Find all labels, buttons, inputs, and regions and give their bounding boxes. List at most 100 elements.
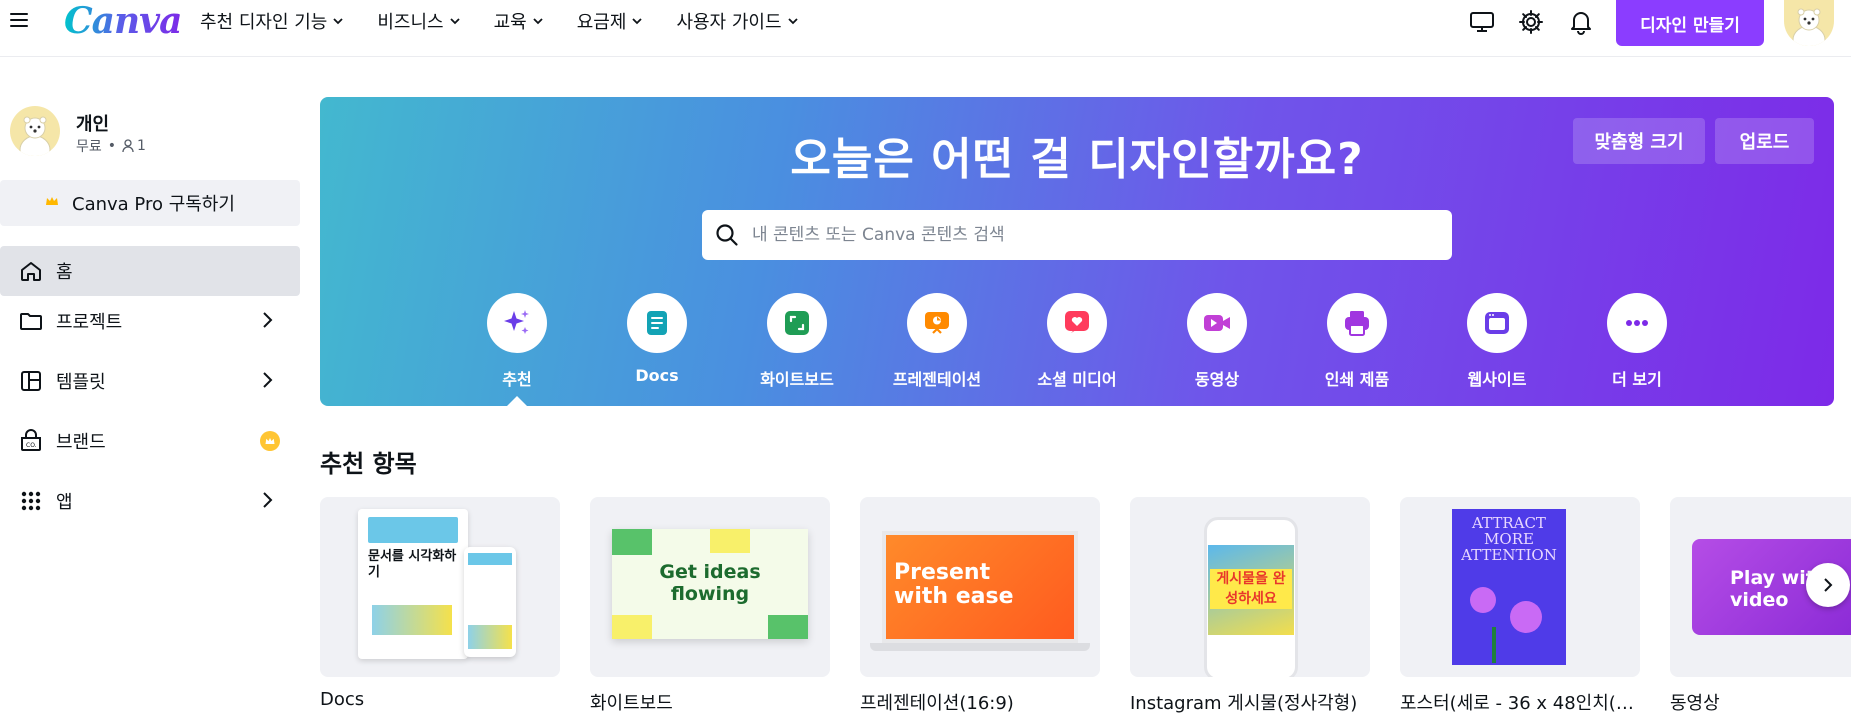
design-card-docs[interactable]: 문서를 시각화하기 Docs	[320, 497, 560, 710]
active-category-indicator	[507, 396, 527, 406]
topnav-label: 교육	[493, 12, 527, 33]
hero-banner: 오늘은 어떤 걸 디자인할까요? 맞춤형 크기 업로드 추천 Docs 화이트보…	[320, 97, 1834, 406]
design-card-presentation[interactable]: Present with ease 프레젠테이션(16:9)	[860, 497, 1100, 715]
folder-icon	[18, 308, 44, 334]
topnav-label: 비즈니스	[377, 12, 444, 33]
thumb-text: 문서를 시각화하기	[368, 549, 457, 580]
category-label: Docs	[635, 366, 679, 385]
gear-icon[interactable]	[1517, 8, 1545, 36]
card-label: 화이트보드	[590, 693, 673, 714]
chevron-right-icon	[263, 492, 273, 508]
sidebar-item-label: 템플릿	[56, 372, 106, 393]
chevron-down-icon	[787, 18, 798, 25]
chevron-down-icon	[533, 18, 543, 25]
printer-icon	[1327, 293, 1387, 353]
category-print[interactable]: 인쇄 제품	[1287, 293, 1427, 390]
category-whiteboard[interactable]: 화이트보드	[727, 293, 867, 390]
topnav-featured[interactable]: 추천 디자인 기능	[200, 8, 345, 34]
carousel-next-button[interactable]	[1806, 563, 1850, 607]
design-card-whiteboard[interactable]: Get ideas flowing 화이트보드	[590, 497, 830, 715]
category-label: 웹사이트	[1467, 370, 1527, 389]
template-icon	[18, 368, 44, 394]
upload-button[interactable]: 업로드	[1715, 118, 1814, 164]
sidebar-item-projects[interactable]: 프로젝트	[0, 296, 300, 346]
subscribe-pro-button[interactable]: Canva Pro 구독하기	[0, 180, 300, 226]
search-bar	[702, 210, 1452, 260]
apps-grid-icon	[18, 488, 44, 514]
category-presentation[interactable]: 프레젠테이션	[867, 293, 1007, 390]
sidebar-item-label: 프로젝트	[56, 312, 123, 333]
card-label: Instagram 게시물(정사각형)	[1130, 693, 1358, 714]
canva-logo[interactable]: Canva	[64, 0, 182, 42]
search-input[interactable]	[752, 225, 1432, 245]
avatar[interactable]	[1784, 0, 1834, 46]
avatar	[10, 106, 60, 156]
category-video[interactable]: 동영상	[1147, 293, 1287, 390]
category-label: 동영상	[1194, 370, 1240, 389]
card-thumbnail: Present with ease	[860, 497, 1100, 677]
card-label: 프레젠테이션(16:9)	[860, 693, 1014, 714]
desktop-icon[interactable]	[1468, 8, 1496, 36]
account-meta: 무료 • 1	[76, 136, 146, 156]
subscribe-pro-label: Canva Pro 구독하기	[72, 194, 235, 215]
thumb-text: 게시물을 완성하세요	[1210, 569, 1292, 609]
design-card-instagram[interactable]: 게시물을 완성하세요 Instagram 게시물(정사각형)	[1130, 497, 1370, 715]
video-icon	[1187, 293, 1247, 353]
chevron-right-icon	[263, 372, 273, 388]
chevron-down-icon	[632, 18, 643, 25]
custom-size-button[interactable]: 맞춤형 크기	[1573, 118, 1705, 164]
card-thumbnail: Get ideas flowing	[590, 497, 830, 677]
topnav-business[interactable]: 비즈니스	[377, 8, 461, 34]
account-plan: 무료	[76, 139, 102, 155]
card-thumbnail: ATTRACT MORE ATTENTION	[1400, 497, 1640, 677]
heart-icon	[1047, 293, 1107, 353]
category-social-media[interactable]: 소셜 미디어	[1007, 293, 1147, 390]
topnav-pricing[interactable]: 요금제	[577, 8, 645, 34]
docs-icon	[627, 293, 687, 353]
crown-icon	[46, 197, 58, 205]
sidebar-item-brand[interactable]: CO. 브랜드	[0, 416, 300, 466]
category-label: 더 보기	[1612, 370, 1662, 389]
search-icon	[716, 224, 738, 246]
category-label: 프레젠테이션	[892, 370, 982, 389]
person-icon	[122, 139, 134, 153]
create-design-button[interactable]: 디자인 만들기	[1616, 0, 1764, 46]
sidebar-item-home[interactable]: 홈	[0, 246, 300, 296]
category-more[interactable]: 더 보기	[1567, 293, 1707, 390]
top-bar: Canva 추천 디자인 기능 비즈니스 교육 요금제 사용자 가이드 디자인 …	[0, 0, 1851, 57]
sidebar: 개인 무료 • 1 Canva Pro 구독하기 홈 프로젝트 템플릿 CO.	[0, 58, 300, 719]
design-card-poster[interactable]: ATTRACT MORE ATTENTION 포스터(세로 - 36 x 48인…	[1400, 497, 1640, 715]
account-switcher[interactable]: 개인 무료 • 1	[10, 106, 290, 162]
bell-icon[interactable]	[1567, 8, 1595, 36]
sidebar-item-label: 브랜드	[56, 432, 106, 453]
svg-text:CO.: CO.	[26, 442, 37, 449]
sidebar-item-label: 홈	[56, 262, 73, 283]
separator-dot: •	[107, 138, 117, 154]
sidebar-item-templates[interactable]: 템플릿	[0, 356, 300, 406]
thumb-text: Present with ease	[894, 560, 1014, 609]
category-label: 소셜 미디어	[1037, 370, 1117, 389]
account-name: 개인	[76, 114, 110, 135]
topnav-user-guide[interactable]: 사용자 가이드	[676, 8, 799, 34]
topnav-label: 요금제	[576, 12, 627, 33]
website-icon	[1467, 293, 1527, 353]
category-label: 화이트보드	[760, 370, 834, 389]
hamburger-menu-icon[interactable]	[8, 8, 32, 32]
category-label: 추천	[502, 370, 532, 389]
topnav-education[interactable]: 교육	[494, 8, 545, 34]
more-icon	[1607, 293, 1667, 353]
category-website[interactable]: 웹사이트	[1427, 293, 1567, 390]
category-docs[interactable]: Docs	[587, 293, 727, 385]
chevron-down-icon	[449, 18, 460, 25]
sidebar-item-apps[interactable]: 앱	[0, 476, 300, 526]
chevron-right-icon	[263, 312, 273, 328]
card-thumbnail: 문서를 시각화하기	[320, 497, 560, 677]
category-recommended[interactable]: 추천	[447, 293, 587, 390]
whiteboard-icon	[767, 293, 827, 353]
member-count: 1	[137, 138, 146, 154]
sidebar-item-label: 앱	[56, 492, 73, 513]
category-label: 인쇄 제품	[1324, 370, 1390, 389]
top-navigation: 추천 디자인 기능 비즈니스 교육 요금제 사용자 가이드	[200, 0, 832, 42]
sparkle-icon	[487, 293, 547, 353]
home-icon	[18, 258, 44, 284]
